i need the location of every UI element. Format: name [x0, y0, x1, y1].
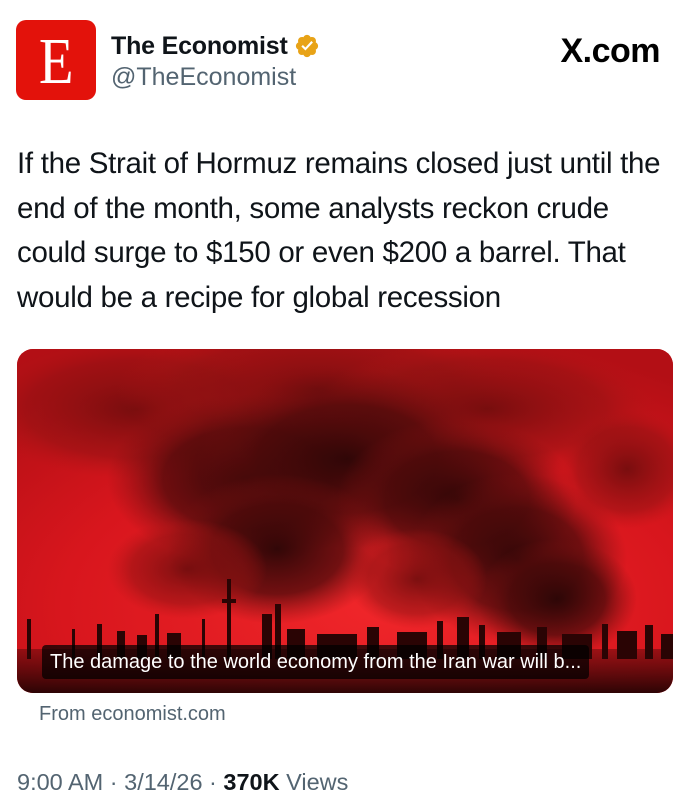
author-identity: The Economist @TheEconomist	[111, 29, 320, 92]
link-card-source[interactable]: From economist.com	[39, 703, 226, 726]
tweet-text: If the Strait of Hormuz remains closed j…	[17, 147, 661, 314]
views-label: Views	[279, 769, 349, 795]
verified-badge-icon	[294, 33, 320, 59]
link-card-image[interactable]: The damage to the world economy from the…	[17, 349, 673, 693]
views-count: 370K	[223, 769, 280, 795]
x-brand-label: X.com	[560, 32, 660, 70]
avatar[interactable]: E	[16, 20, 96, 100]
meta-separator: ·	[103, 769, 125, 795]
tweet-meta: 9:00 AM · 3/14/26 · 370K Views	[17, 769, 348, 796]
author-handle[interactable]: @TheEconomist	[111, 63, 320, 92]
meta-separator: ·	[202, 769, 224, 795]
author-display-name[interactable]: The Economist	[111, 32, 288, 61]
link-card-caption: The damage to the world economy from the…	[42, 645, 590, 679]
avatar-logo-letter: E	[38, 25, 74, 98]
tweet-time[interactable]: 9:00 AM	[17, 769, 103, 795]
smoke-plume-image	[17, 349, 673, 693]
tweet-date[interactable]: 3/14/26	[124, 769, 202, 795]
author-name-row: The Economist	[111, 29, 320, 63]
